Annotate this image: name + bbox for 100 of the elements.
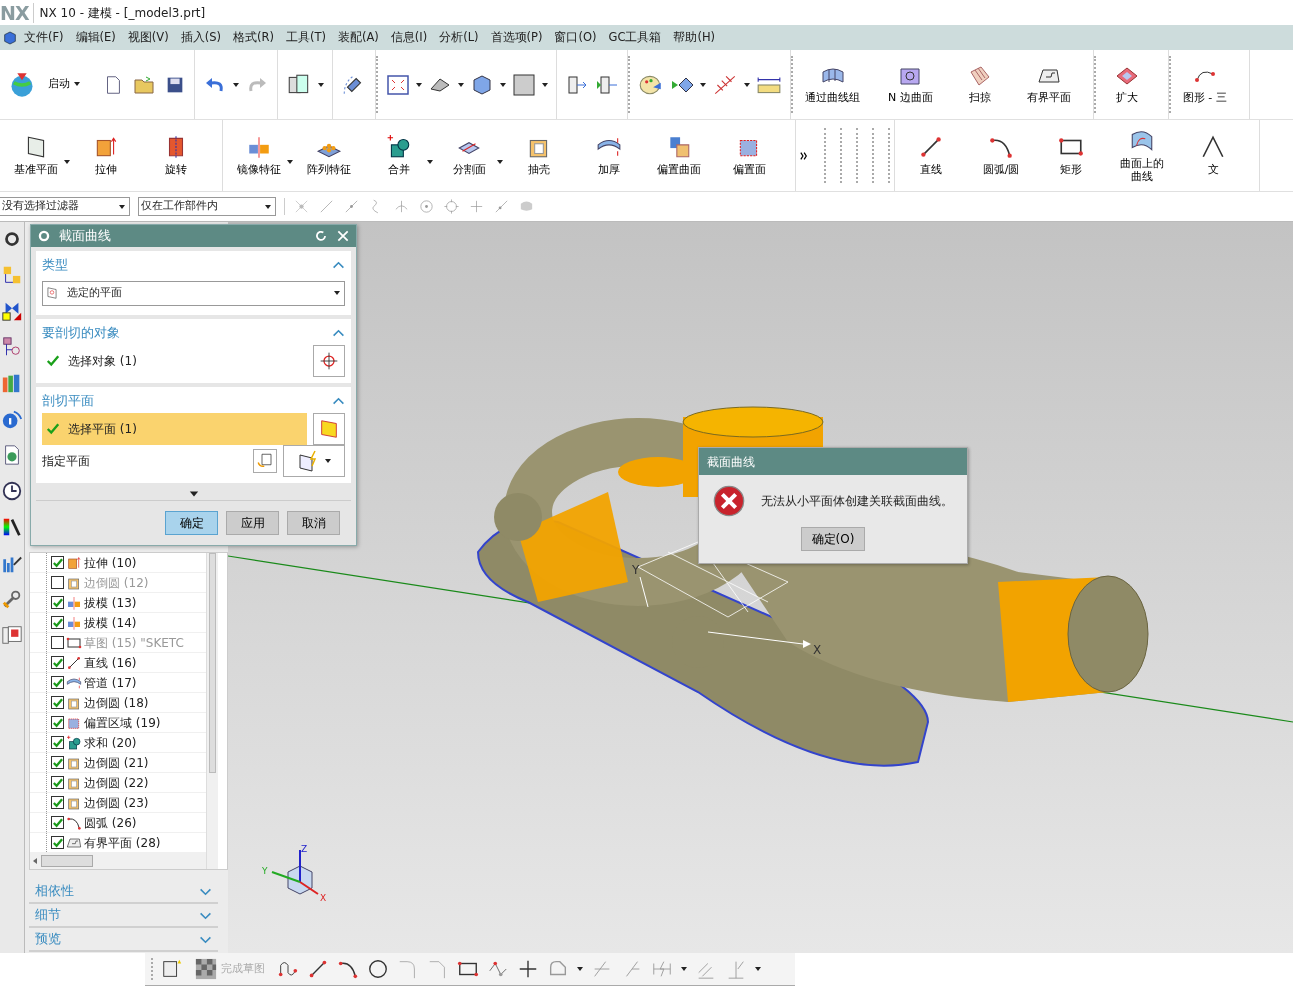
filter-dropdown[interactable]: 没有选择过滤器 (0, 197, 130, 216)
menu-item[interactable]: 分析(L) (433, 28, 485, 47)
toolbar-button[interactable]: 曲面上的曲线 (1115, 125, 1179, 186)
clock-icon[interactable] (1, 480, 23, 502)
checkbox[interactable] (51, 616, 64, 629)
toolbar-button[interactable]: 加厚 (583, 132, 645, 179)
tree-item[interactable]: 拉伸 (10) (30, 553, 206, 573)
toolbar-button[interactable]: 扫掠 (956, 62, 1013, 107)
checkbox[interactable] (51, 636, 64, 649)
toolbar-button[interactable]: 圆弧/圆 (975, 132, 1037, 179)
checkbox[interactable] (51, 756, 64, 769)
more-icon[interactable] (800, 150, 810, 161)
toolbar-button[interactable]: 合并 (373, 132, 435, 179)
checkbox[interactable] (51, 736, 64, 749)
tools-icon[interactable] (1, 588, 23, 610)
tree-item[interactable]: 直线 (16) (30, 653, 206, 673)
cylinder-tree-icon[interactable] (1, 336, 23, 358)
section-header[interactable]: 类型 (42, 253, 345, 277)
checkbox[interactable] (51, 776, 64, 789)
checkbox[interactable] (51, 796, 64, 809)
toolbar-button[interactable]: 偏置面 (723, 132, 785, 179)
tree-item[interactable]: 管道 (17) (30, 673, 206, 693)
circle-icon[interactable] (367, 958, 389, 980)
dialog-button[interactable]: 取消 (287, 511, 340, 535)
toolbar-button[interactable]: 偏置曲面 (653, 132, 715, 179)
caret-icon[interactable] (577, 967, 583, 971)
caret-icon[interactable] (700, 82, 706, 87)
toolbar-button[interactable]: 扩大 (1103, 62, 1160, 107)
tree-item[interactable]: 求和 (20) (30, 733, 206, 753)
caret-icon[interactable] (233, 82, 239, 87)
checkbox[interactable] (51, 576, 64, 589)
plane-dialog-button[interactable] (253, 449, 277, 473)
checkbox[interactable] (51, 816, 64, 829)
toolbar-button[interactable]: N 边曲面 (884, 62, 947, 107)
selection-row[interactable]: 选择平面 (1) (42, 413, 307, 445)
caret-icon[interactable] (681, 967, 687, 971)
ok-button[interactable]: 确定(O) (801, 527, 865, 551)
toolbar-button[interactable]: 矩形 (1045, 132, 1107, 179)
dialog-button[interactable]: 应用 (226, 511, 279, 535)
caret-icon[interactable] (458, 82, 464, 87)
selection-button[interactable] (313, 345, 345, 377)
toolbar-button[interactable]: 图形 - 三 (1178, 62, 1241, 107)
caret-icon[interactable] (542, 82, 548, 87)
menu-item[interactable]: 装配(A) (331, 28, 385, 47)
caret-icon[interactable] (744, 82, 750, 87)
toolbar-button[interactable]: 分割面 (443, 132, 505, 179)
menu-item[interactable]: 视图(V) (121, 28, 175, 47)
section-header[interactable]: 要剖切的对象 (42, 321, 345, 345)
menu-item[interactable]: 编辑(E) (69, 28, 122, 47)
dialog-button[interactable]: 确定 (165, 511, 218, 535)
menu-item[interactable]: 首选项(P) (484, 28, 549, 47)
toolbar-button[interactable]: 直线 (905, 132, 967, 179)
blocks-icon[interactable] (1, 264, 23, 286)
toolbar-button[interactable]: 旋转 (150, 132, 212, 179)
toolbar-button[interactable]: 文 (1187, 132, 1249, 179)
fit-view-icon[interactable] (386, 72, 410, 97)
toolbar-button[interactable]: 阵列特征 (303, 132, 365, 179)
picture-frame-icon[interactable] (1, 624, 23, 646)
scroll-left-icon[interactable] (33, 858, 37, 864)
checkbox[interactable] (51, 676, 64, 689)
background-icon[interactable] (512, 72, 536, 97)
line-icon[interactable] (307, 958, 329, 980)
section-header[interactable]: 剖切平面 (42, 389, 345, 413)
start-button[interactable]: 启动 (44, 76, 94, 93)
toolbar-button[interactable]: 抽壳 (513, 132, 575, 179)
toolbar-button[interactable]: 通过曲线组 (801, 62, 874, 107)
tree-item[interactable]: 圆弧 (26) (30, 813, 206, 833)
menu-item[interactable]: 窗口(O) (548, 28, 603, 47)
menu-item[interactable]: 帮助(H) (667, 28, 722, 47)
caret-icon[interactable] (318, 82, 324, 87)
menu-item[interactable]: 信息(I) (384, 28, 434, 47)
tree-item[interactable]: 边倒圆 (21) (30, 753, 206, 773)
tree-item[interactable]: 边倒圆 (23) (30, 793, 206, 813)
settings-icon[interactable] (37, 229, 51, 243)
plane-type-dropdown[interactable] (283, 445, 345, 477)
caret-icon[interactable] (755, 967, 761, 971)
menu-item[interactable]: 格式(R) (226, 28, 280, 47)
caret-icon[interactable] (74, 82, 80, 87)
scrollbar-thumb[interactable] (209, 553, 216, 773)
menu-item[interactable]: GC工具箱 (602, 28, 668, 47)
type-dropdown[interactable]: 选定的平面 (42, 280, 345, 306)
menu-item[interactable]: 工具(T) (279, 28, 332, 47)
sketch-icon[interactable] (161, 958, 183, 980)
checkbox[interactable] (51, 696, 64, 709)
menu-item[interactable]: 插入(S) (174, 28, 227, 47)
caret-icon[interactable] (500, 82, 506, 87)
checkbox[interactable] (51, 596, 64, 609)
toolbar-button[interactable]: 有界平面 (1022, 62, 1085, 107)
checkbox[interactable] (51, 656, 64, 669)
info-icon[interactable] (1, 408, 23, 430)
close-icon[interactable] (336, 229, 350, 243)
spectrum-icon[interactable] (1, 516, 23, 538)
scrollbar-thumb[interactable] (41, 855, 93, 867)
checkbox[interactable] (51, 556, 64, 569)
tree-item[interactable]: 拔模 (14) (30, 613, 206, 633)
tree-item[interactable]: 拔模 (13) (30, 593, 206, 613)
tree-item[interactable]: 偏置区域 (19) (30, 713, 206, 733)
tree-item[interactable]: 边倒圆 (22) (30, 773, 206, 793)
selection-row[interactable]: 选择对象 (1) (42, 345, 307, 377)
menu-item[interactable]: 文件(F) (18, 28, 70, 47)
